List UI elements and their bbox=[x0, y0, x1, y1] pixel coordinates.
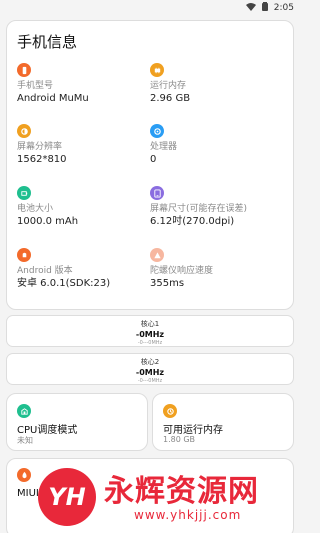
info-value: Android MuMu bbox=[17, 93, 89, 104]
info-value: 1000.0 mAh bbox=[17, 216, 79, 227]
info-item-screen-size: 屏幕尺寸(可能存在误差) 6.12吋(270.0dpi) bbox=[150, 186, 278, 229]
core-frequency: -0MHz bbox=[135, 368, 165, 377]
info-label: Android 版本 bbox=[17, 266, 73, 276]
info-item-processor: 处理器 0 bbox=[150, 124, 278, 167]
info-value: 安卓 6.0.1(SDK:23) bbox=[17, 278, 111, 289]
info-item-model: 手机型号 Android MuMu bbox=[17, 63, 145, 106]
phone-info-card: 手机信息 手机型号 Android MuMu 运行内存 2.96 GB 屏幕分辨… bbox=[6, 20, 294, 310]
info-value: 355ms bbox=[150, 278, 185, 289]
info-label: 屏幕分辨率 bbox=[17, 142, 63, 152]
processor-icon bbox=[150, 124, 164, 138]
info-label: 处理器 bbox=[150, 142, 178, 152]
status-time: 2:05 bbox=[273, 3, 294, 13]
resolution-icon bbox=[17, 124, 31, 138]
core-frequency: -0MHz bbox=[135, 330, 165, 339]
miui-title: MIUI性能 bbox=[17, 488, 59, 499]
battery-status-icon bbox=[261, 2, 268, 14]
info-value: 0 bbox=[150, 154, 157, 165]
core-range: -0---0MHz bbox=[137, 378, 163, 384]
core-name: 核心1 bbox=[140, 320, 160, 328]
cpu-mode-value: 未知 bbox=[17, 436, 33, 445]
available-memory-icon bbox=[163, 404, 177, 418]
info-label: 运行内存 bbox=[150, 81, 187, 91]
core-range: -0---0MHz bbox=[137, 340, 163, 346]
core-card-1: 核心1 -0MHz -0---0MHz bbox=[6, 315, 294, 347]
status-bar: 2:05 bbox=[0, 0, 300, 16]
cpu-mode-card[interactable]: CPU调度模式 未知 bbox=[6, 393, 148, 451]
info-label: 手机型号 bbox=[17, 81, 54, 91]
available-memory-title: 可用运行内存 bbox=[163, 425, 223, 436]
info-item-battery: 电池大小 1000.0 mAh bbox=[17, 186, 145, 229]
info-value: 1562*810 bbox=[17, 154, 67, 165]
info-label: 陀螺仪响应速度 bbox=[150, 266, 214, 276]
info-label: 屏幕尺寸(可能存在误差) bbox=[150, 204, 248, 214]
core-name: 核心2 bbox=[140, 358, 160, 366]
info-item-gyroscope: 陀螺仪响应速度 355ms bbox=[150, 248, 278, 291]
miui-performance-card[interactable]: MIUI性能 bbox=[6, 458, 294, 533]
info-label: 电池大小 bbox=[17, 204, 54, 214]
wifi-icon bbox=[245, 2, 256, 14]
android-icon bbox=[17, 248, 31, 262]
miui-icon bbox=[17, 468, 31, 482]
info-item-resolution: 屏幕分辨率 1562*810 bbox=[17, 124, 145, 167]
core-card-2: 核心2 -0MHz -0---0MHz bbox=[6, 353, 294, 385]
info-title: 手机信息 bbox=[17, 33, 78, 51]
phone-icon bbox=[17, 63, 31, 77]
cpu-mode-icon bbox=[17, 404, 31, 418]
info-value: 2.96 GB bbox=[150, 93, 191, 104]
memory-icon bbox=[150, 63, 164, 77]
gyroscope-icon bbox=[150, 248, 164, 262]
info-item-ram: 运行内存 2.96 GB bbox=[150, 63, 278, 106]
battery-icon bbox=[17, 186, 31, 200]
screen-size-icon bbox=[150, 186, 164, 200]
available-memory-value: 1.80 GB bbox=[163, 435, 196, 444]
cpu-mode-title: CPU调度模式 bbox=[17, 425, 78, 436]
info-item-android-version: Android 版本 安卓 6.0.1(SDK:23) bbox=[17, 248, 145, 291]
info-value: 6.12吋(270.0dpi) bbox=[150, 216, 235, 227]
available-memory-card[interactable]: 可用运行内存 1.80 GB bbox=[152, 393, 294, 451]
